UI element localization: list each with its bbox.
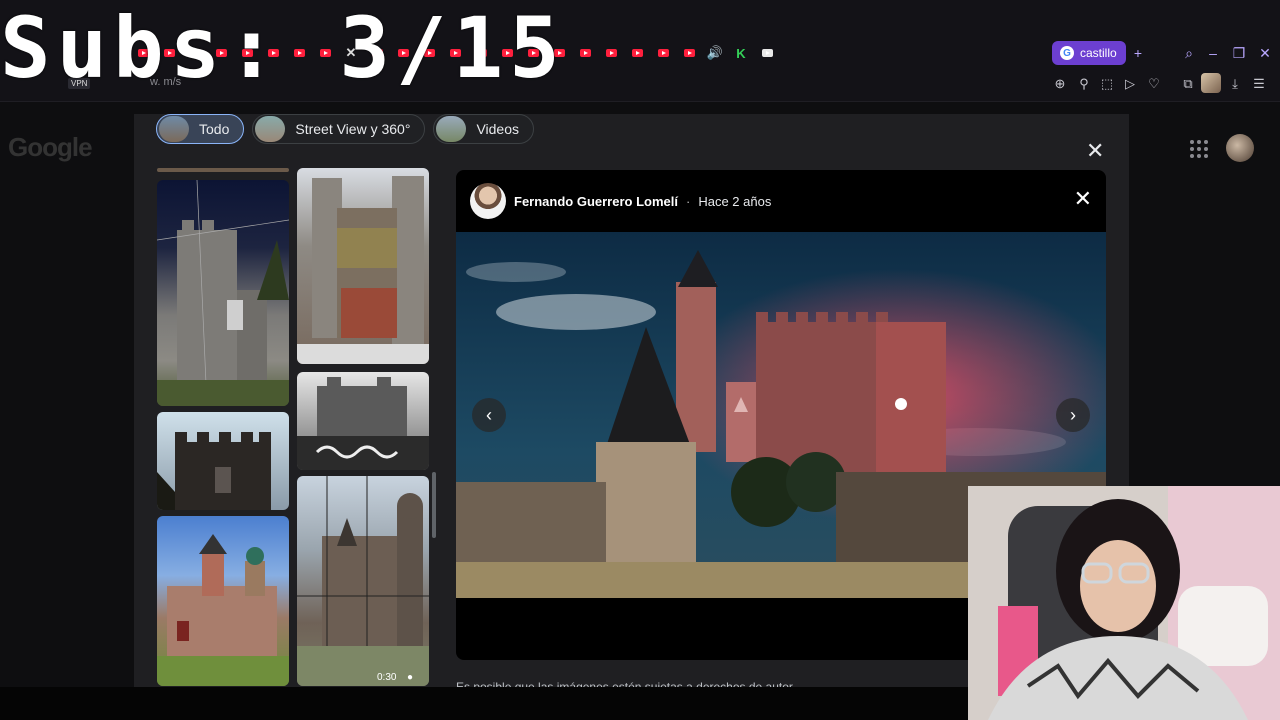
google-logo[interactable]: Google — [8, 132, 93, 163]
grid-scrollbar[interactable] — [432, 472, 436, 538]
castle-night-thumbnail — [157, 180, 289, 406]
close-icon[interactable]: ✕ — [1074, 186, 1092, 212]
chip-street-view[interactable]: Street View y 360° — [252, 114, 426, 144]
chip-label: Street View y 360° — [295, 121, 411, 137]
video-thumbnail[interactable]: 0:30 ● — [297, 476, 429, 686]
posted-time: Hace 2 años — [698, 193, 772, 209]
play-circle-icon: ● — [407, 672, 414, 683]
image-thumbnail[interactable] — [297, 372, 429, 470]
close-icon[interactable]: ✕ — [1086, 138, 1104, 164]
speaker-icon: 🔊 — [706, 45, 724, 60]
search-tabs-icon[interactable]: ⌕ — [1180, 44, 1198, 62]
chip-label: Todo — [199, 121, 230, 137]
extensions-icon[interactable]: ⧉ — [1180, 76, 1196, 92]
screenshot-icon[interactable]: ⬚ — [1099, 76, 1115, 92]
tab-title: castillo — [1080, 46, 1117, 60]
author-avatar[interactable] — [470, 183, 506, 219]
youtube-tab[interactable] — [650, 40, 676, 66]
webcam-feed — [968, 486, 1280, 720]
download-icon[interactable]: ⤓ — [1227, 76, 1243, 92]
zoom-icon[interactable]: ⊕ — [1052, 76, 1068, 92]
youtube-icon — [605, 49, 617, 57]
image-thumbnail[interactable] — [297, 168, 429, 364]
viewer-header: Fernando Guerrero Lomelí · Hace 2 años — [456, 170, 1106, 232]
chevron-left-icon[interactable]: ‹ — [472, 398, 506, 432]
ruin-wall-thumbnail — [297, 176, 429, 364]
apps-grid-icon[interactable] — [1190, 140, 1208, 158]
image-thumbnail[interactable] — [157, 180, 289, 406]
profile-avatar[interactable] — [1201, 73, 1221, 93]
chip-label: Videos — [476, 121, 519, 137]
chip-thumbnail — [255, 116, 286, 142]
chevron-right-icon[interactable]: › — [1056, 398, 1090, 432]
menu-icon[interactable]: ☰ — [1251, 76, 1267, 92]
tab-castillo[interactable]: G castillo — [1052, 41, 1126, 65]
youtube-icon — [657, 49, 669, 57]
pin-icon[interactable]: ⚲ — [1076, 76, 1092, 92]
page-icon — [761, 49, 773, 57]
youtube-icon — [579, 49, 591, 57]
image-thumbnail[interactable] — [157, 168, 289, 172]
image-thumbnail[interactable] — [157, 516, 289, 686]
youtube-icon — [631, 49, 643, 57]
minimize-icon[interactable]: – — [1204, 44, 1222, 62]
youtube-tab[interactable] — [676, 40, 702, 66]
castle-tower-thumbnail — [157, 432, 271, 510]
play-icon[interactable]: ▷ — [1122, 76, 1138, 92]
new-tab-button[interactable]: + — [1129, 44, 1147, 62]
restore-icon[interactable]: ❐ — [1230, 44, 1248, 62]
audio-tab[interactable]: 🔊 — [702, 40, 728, 66]
account-avatar[interactable] — [1226, 134, 1254, 162]
google-icon: G — [1060, 46, 1074, 60]
subs-counter-overlay: Subs: 3/15 — [0, 0, 566, 97]
image-thumbnail[interactable] — [157, 412, 289, 510]
chip-thumbnail — [436, 116, 467, 142]
misc-tab[interactable] — [754, 40, 780, 66]
bottom-area — [0, 687, 968, 720]
chip-todo[interactable]: Todo — [156, 114, 245, 144]
video-duration: 0:30 — [377, 672, 397, 683]
youtube-tab[interactable] — [624, 40, 650, 66]
kick-tab[interactable]: K — [728, 40, 754, 66]
castle-day-thumbnail — [157, 534, 289, 686]
chip-thumbnail — [159, 116, 189, 142]
graffiti-castle-thumbnail — [297, 377, 429, 470]
castle-video-thumbnail — [297, 476, 429, 686]
youtube-tab[interactable] — [572, 40, 598, 66]
youtube-icon — [683, 49, 695, 57]
heart-icon[interactable]: ♡ — [1146, 76, 1162, 92]
close-window-icon[interactable]: ✕ — [1256, 44, 1274, 62]
youtube-tab[interactable] — [598, 40, 624, 66]
author-name[interactable]: Fernando Guerrero Lomelí — [514, 194, 678, 209]
separator: · — [685, 193, 691, 209]
filter-chips: Todo Street View y 360° Videos — [156, 114, 534, 144]
kick-icon: K — [736, 45, 746, 61]
webcam-overlay — [968, 486, 1280, 720]
chip-videos[interactable]: Videos — [433, 114, 534, 144]
